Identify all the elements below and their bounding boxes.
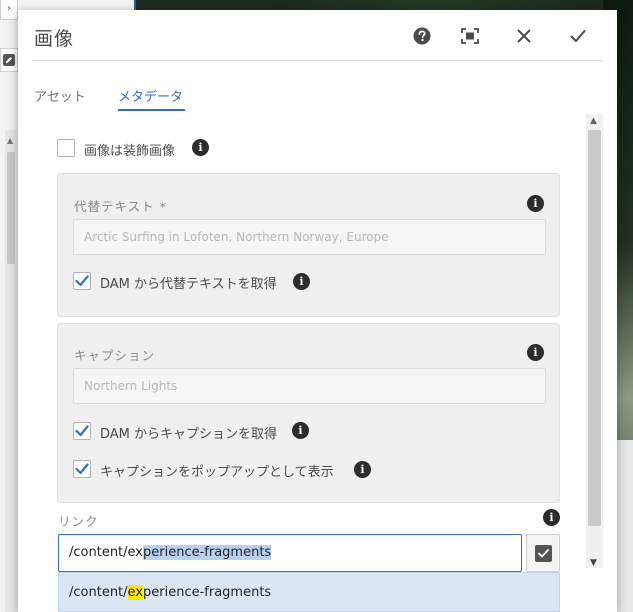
done-button[interactable] bbox=[566, 24, 590, 48]
link-suggestion-item[interactable]: /content/experience-fragments bbox=[58, 572, 560, 612]
alt-text-dam-label: DAM から代替テキストを取得 bbox=[100, 277, 277, 292]
close-icon bbox=[517, 29, 531, 43]
tab-metadata[interactable]: メタデータ bbox=[118, 86, 183, 105]
active-tab-indicator bbox=[118, 109, 185, 111]
caption-info-icon[interactable]: i bbox=[527, 344, 544, 361]
edit-icon bbox=[3, 54, 15, 66]
alt-text-label: 代替テキスト * bbox=[74, 199, 167, 214]
link-label: リンク bbox=[58, 514, 99, 529]
dialog-scrollbar[interactable]: ▲ ▼ bbox=[586, 114, 603, 568]
checkbox-checked-icon bbox=[537, 548, 549, 557]
scroll-up-icon[interactable]: ▲ bbox=[590, 116, 597, 126]
caption-dam-info-icon[interactable]: i bbox=[292, 422, 309, 439]
background-scrollbar: ▲ bbox=[5, 130, 17, 612]
background-chevron-button: › bbox=[0, 0, 18, 20]
caption-dam-checkbox[interactable] bbox=[73, 422, 91, 440]
alt-text-section: 代替テキスト * i Arctic Surfing in Lofoten, No… bbox=[57, 173, 560, 317]
link-picker-button[interactable] bbox=[526, 534, 560, 572]
link-input-typed: /content/ex bbox=[69, 545, 143, 560]
suggestion-match-highlight: ex bbox=[127, 585, 144, 600]
background-edit-button bbox=[0, 48, 18, 72]
suggestion-suffix: perience-fragments bbox=[143, 585, 272, 600]
caption-input[interactable]: Northern Lights bbox=[73, 368, 546, 404]
alt-text-input[interactable]: Arctic Surfing in Lofoten, Northern Norw… bbox=[73, 219, 546, 255]
help-icon bbox=[413, 27, 431, 45]
image-dialog: 画像 アセット メタデータ 画像は装飾画像 i 代替テキスト * i Arcti… bbox=[18, 10, 617, 612]
caption-popup-info-icon[interactable]: i bbox=[354, 461, 371, 478]
tab-asset[interactable]: アセット bbox=[34, 86, 86, 105]
link-info-icon[interactable]: i bbox=[543, 509, 560, 526]
caption-section: キャプション i Northern Lights DAM からキャプションを取得… bbox=[57, 323, 560, 503]
alt-text-dam-checkbox[interactable] bbox=[73, 272, 91, 290]
checkmark-icon bbox=[75, 275, 89, 287]
fullscreen-button[interactable] bbox=[458, 24, 482, 48]
decorative-image-checkbox[interactable] bbox=[57, 139, 75, 157]
alt-text-dam-info-icon[interactable]: i bbox=[293, 273, 310, 290]
caption-popup-label: キャプションをポップアップとして表示 bbox=[100, 465, 334, 480]
checkmark-icon bbox=[570, 30, 586, 42]
scroll-down-icon[interactable]: ▼ bbox=[590, 558, 597, 568]
background-left-rail: › ▲ bbox=[0, 0, 18, 612]
link-input[interactable]: /content/experience-fragments bbox=[58, 534, 522, 572]
checkmark-icon bbox=[75, 463, 89, 475]
background-scroll-thumb bbox=[7, 152, 15, 264]
suggestion-prefix: /content/ bbox=[69, 585, 128, 600]
dialog-scroll-thumb[interactable] bbox=[588, 130, 601, 526]
checkmark-icon bbox=[75, 425, 89, 437]
alt-text-info-icon[interactable]: i bbox=[527, 195, 544, 212]
caption-dam-label: DAM からキャプションを取得 bbox=[100, 427, 278, 442]
fullscreen-icon bbox=[461, 28, 479, 44]
decorative-image-label: 画像は装飾画像 bbox=[84, 144, 176, 159]
caption-popup-checkbox[interactable] bbox=[73, 460, 91, 478]
chevron-icon: › bbox=[7, 2, 11, 14]
dialog-title: 画像 bbox=[34, 28, 75, 50]
close-button[interactable] bbox=[512, 24, 536, 48]
help-button[interactable] bbox=[410, 24, 434, 48]
scroll-up-icon: ▲ bbox=[7, 136, 14, 145]
header-divider bbox=[32, 60, 602, 61]
decorative-info-icon[interactable]: i bbox=[192, 139, 209, 156]
dialog-header: 画像 bbox=[18, 10, 617, 62]
caption-label: キャプション bbox=[74, 348, 156, 363]
link-input-autocomplete-selection: perience-fragments bbox=[143, 545, 272, 560]
